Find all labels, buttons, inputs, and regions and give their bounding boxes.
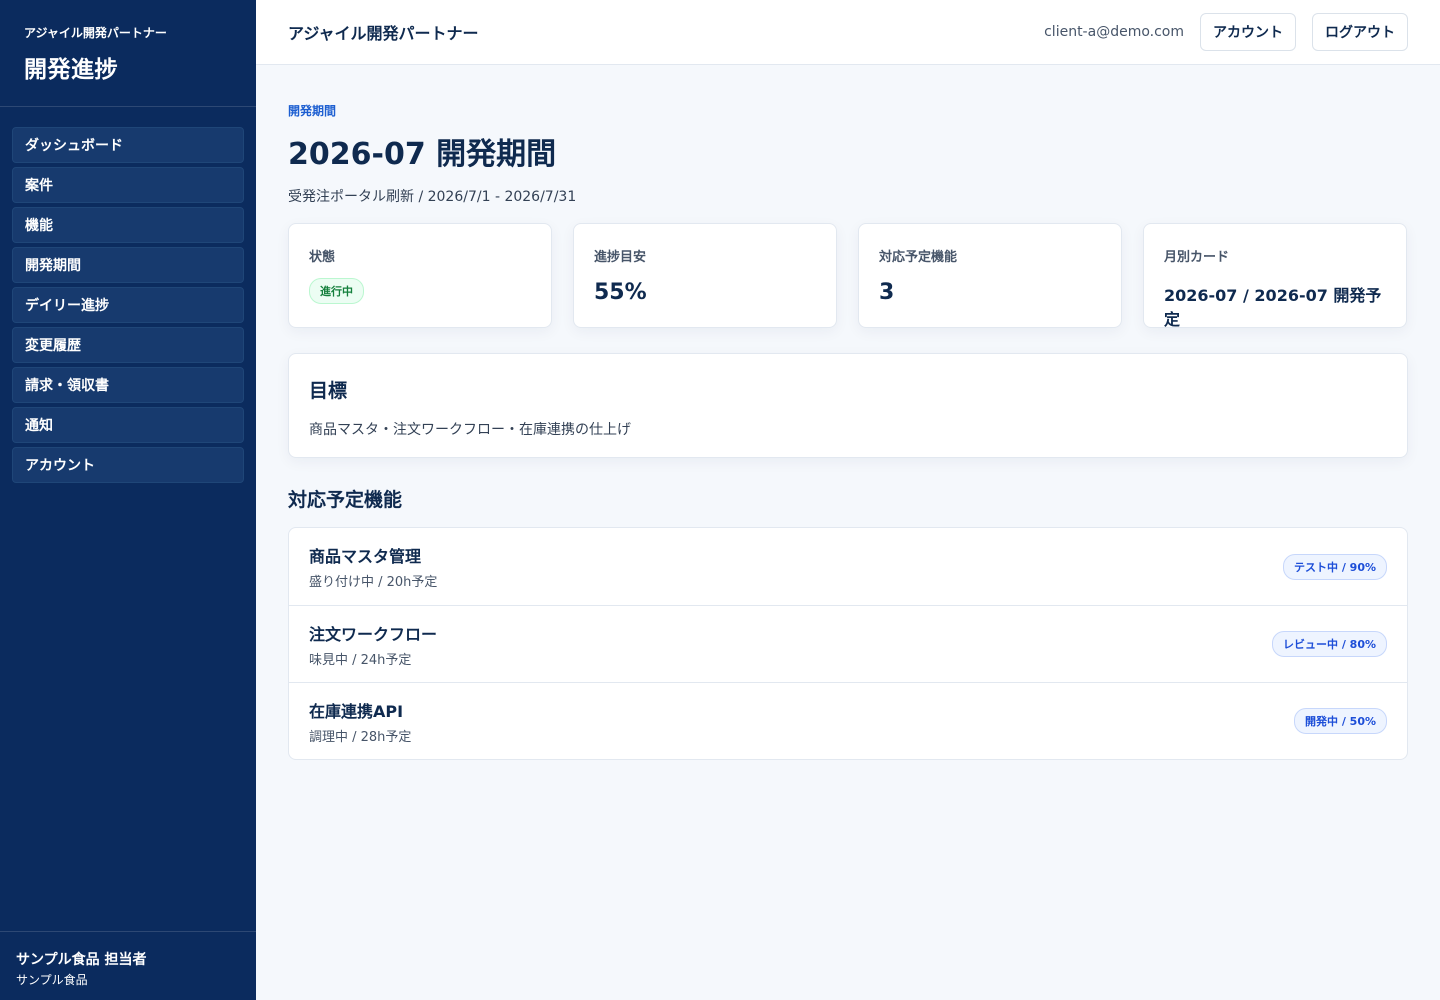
status-badge: 進行中 [309,278,364,304]
feature-status-badge: 開発中 / 50% [1293,708,1387,734]
sidebar-item-account[interactable]: アカウント [12,447,244,483]
page-title: 2026-07 開発期間 [288,137,557,172]
user-info: サンプル食品 担当者 サンプル食品 [0,931,256,1000]
page-subtitle: 受発注ポータル刷新 / 2026/7/1 - 2026/7/31 [288,189,577,205]
sidebar-item-invoices[interactable]: 請求・領収書 [12,367,244,403]
user-name: サンプル食品 担当者 [16,952,147,968]
logout-button[interactable]: ログアウト [1312,13,1408,51]
sidebar-item-features[interactable]: 機能 [12,207,244,243]
features-count-card: 対応予定機能 3 [858,223,1122,328]
status-label: 状態 [309,250,336,265]
features-list: 商品マスタ管理 盛り付け中 / 20h予定 テスト中 / 90% 注文ワークフロ… [288,527,1408,760]
progress-label: 進捗目安 [594,250,647,265]
features-section-title: 対応予定機能 [288,489,403,511]
brand-title: 開発進捗 [24,57,118,83]
sidebar-item-dashboard[interactable]: ダッシュボード [12,127,244,163]
list-item[interactable]: 商品マスタ管理 盛り付け中 / 20h予定 テスト中 / 90% [289,528,1407,605]
features-count-value: 3 [879,280,895,305]
sidebar-item-change-history[interactable]: 変更履歴 [12,327,244,363]
list-item[interactable]: 在庫連携API 調理中 / 28h予定 開発中 / 50% [289,682,1407,759]
status-card: 状態 進行中 [288,223,552,328]
sidebar-item-dev-periods[interactable]: 開発期間 [12,247,244,283]
sidebar-item-daily-progress[interactable]: デイリー進捗 [12,287,244,323]
brand: アジャイル開発パートナー 開発進捗 [0,0,256,107]
progress-card: 進捗目安 55% [573,223,837,328]
feature-status-badge: テスト中 / 90% [1282,553,1387,580]
feature-name: 注文ワークフロー [309,624,438,644]
features-count-label: 対応予定機能 [879,250,958,265]
page-eyebrow: 開発期間 [288,104,337,118]
user-company: サンプル食品 [16,973,88,987]
feature-name: 在庫連携API [309,701,404,721]
brand-subtitle: アジャイル開発パートナー [24,26,167,40]
list-item[interactable]: 注文ワークフロー 味見中 / 24h予定 レビュー中 / 80% [289,605,1407,682]
sidebar: アジャイル開発パートナー 開発進捗 ダッシュボード 案件 機能 開発期間 デイリ… [0,0,256,1000]
monthly-value: 2026-07 / 2026-07 開発予定 [1164,286,1382,329]
goal-text: 商品マスタ・注文ワークフロー・在庫連携の仕上げ [309,422,631,438]
account-button[interactable]: アカウント [1200,13,1296,51]
feature-status-badge: レビュー中 / 80% [1271,631,1387,657]
monthly-card: 月別カード 2026-07 / 2026-07 開発予定 [1143,223,1407,329]
goal-title: 目標 [309,380,348,402]
feature-meta: 調理中 / 28h予定 [309,729,412,745]
summary-cards: 状態 進行中 進捗目安 55% 対応予定機能 3 月別カード 2026-07 /… [288,223,1408,329]
feature-name: 商品マスタ管理 [309,547,422,566]
goal-panel: 目標 商品マスタ・注文ワークフロー・在庫連携の仕上げ [288,353,1408,458]
sidebar-item-notifications[interactable]: 通知 [12,407,244,443]
progress-value: 55% [594,280,647,305]
monthly-label: 月別カード [1164,250,1230,265]
top-bar: アジャイル開発パートナー client-a@demo.com アカウント ログア… [256,0,1440,65]
main-content: 開発期間 2026-07 開発期間 受発注ポータル刷新 / 2026/7/1 -… [288,65,1408,760]
app-title: アジャイル開発パートナー [288,24,479,43]
sidebar-item-projects[interactable]: 案件 [12,167,244,203]
feature-meta: 盛り付け中 / 20h予定 [309,575,438,590]
sidebar-nav: ダッシュボード 案件 機能 開発期間 デイリー進捗 変更履歴 請求・領収書 通知… [0,107,256,483]
user-email: client-a@demo.com [1044,24,1184,40]
feature-meta: 味見中 / 24h予定 [309,652,412,668]
